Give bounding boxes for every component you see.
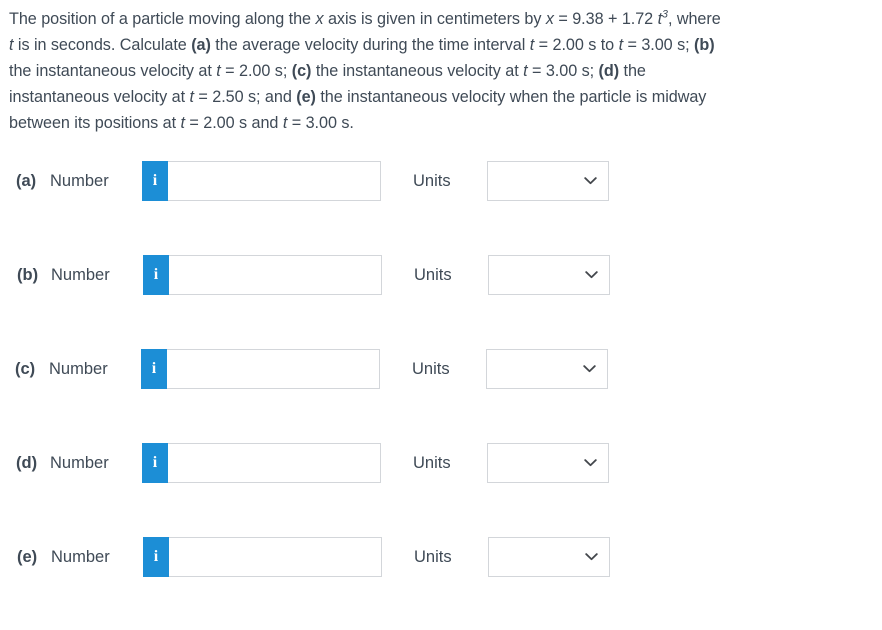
number-input-d[interactable] [168, 443, 381, 483]
part-label-d: (d) [16, 453, 38, 472]
units-label-e: Units [414, 547, 452, 566]
number-label-a: Number [50, 171, 109, 190]
statement-text: = 2.00 s; [220, 62, 292, 80]
statement-text: is in seconds. Calculate [13, 36, 192, 54]
statement-text: the instantaneous velocity at [311, 62, 524, 80]
part-reference: (e) [296, 88, 316, 106]
number-input-a[interactable] [168, 161, 381, 201]
answer-row-content: (e) Number i Units [1, 536, 610, 578]
units-label-c: Units [412, 359, 450, 378]
part-label-e: (e) [17, 547, 38, 566]
info-icon[interactable]: i [142, 443, 168, 483]
units-select-wrapper-d [487, 443, 609, 483]
page-root: The position of a particle moving along … [0, 0, 882, 613]
statement-text: between its positions at [9, 114, 181, 132]
math-variable: x [315, 10, 324, 28]
number-input-b[interactable] [169, 255, 382, 295]
units-select-c[interactable] [486, 349, 608, 389]
problem-statement: The position of a particle moving along … [9, 6, 877, 136]
answer-rows: (a) Number i Units (b) Number i Units (c) Number i… [0, 160, 882, 630]
units-select-e[interactable] [488, 537, 610, 577]
number-input-group-d: i [142, 443, 381, 483]
problem-line: The position of a particle moving along … [9, 6, 877, 32]
units-select-a[interactable] [487, 161, 609, 201]
number-label-e: Number [51, 547, 110, 566]
number-label-b: Number [51, 265, 110, 284]
answer-row-b: (b) Number i Units [0, 254, 882, 348]
part-reference: (b) [694, 36, 715, 54]
problem-line: instantaneous velocity at t = 2.50 s; an… [9, 84, 877, 110]
answer-row-d: (d) Number i Units [0, 442, 882, 536]
info-icon[interactable]: i [141, 349, 167, 389]
statement-text: The position of a particle moving along … [9, 10, 316, 28]
info-icon[interactable]: i [142, 161, 168, 201]
part-reference: (c) [291, 62, 312, 80]
units-select-d[interactable] [487, 443, 609, 483]
part-label-c: (c) [15, 359, 36, 378]
answer-row-content: (d) Number i Units [0, 442, 609, 484]
math-variable: x [545, 10, 554, 28]
answer-row-a: (a) Number i Units [0, 160, 882, 254]
units-label-b: Units [414, 265, 452, 284]
statement-text: = 3.00 s. [287, 114, 354, 132]
statement-text: the average velocity during the time int… [210, 36, 530, 54]
units-label-a: Units [413, 171, 451, 190]
problem-line: t is in seconds. Calculate (a) the avera… [9, 32, 877, 58]
units-select-wrapper-e [488, 537, 610, 577]
part-label-a: (a) [16, 171, 37, 190]
answer-row-c: (c) Number i Units [0, 348, 882, 442]
info-icon[interactable]: i [143, 537, 169, 577]
statement-text: = 3.00 s; [527, 62, 599, 80]
number-input-e[interactable] [169, 537, 382, 577]
statement-text: = 2.00 s and [184, 114, 283, 132]
number-input-group-a: i [142, 161, 381, 201]
problem-line: the instantaneous velocity at t = 2.00 s… [9, 58, 877, 84]
statement-text: = 2.50 s; and [193, 88, 297, 106]
statement-text: axis is given in centimeters by [323, 10, 546, 28]
part-reference: (d) [598, 62, 620, 80]
statement-text: , where [667, 10, 721, 28]
statement-text: the [619, 62, 646, 80]
answer-row-content: (b) Number i Units [1, 254, 610, 296]
statement-text: = 9.38 + 1.72 [553, 10, 658, 28]
number-input-group-c: i [141, 349, 380, 389]
part-label-b: (b) [17, 265, 39, 284]
units-select-wrapper-a [487, 161, 609, 201]
statement-text: the instantaneous velocity when the part… [315, 88, 707, 106]
units-select-wrapper-b [488, 255, 610, 295]
units-select-wrapper-c [486, 349, 608, 389]
problem-line: between its positions at t = 2.00 s and … [9, 110, 877, 136]
number-label-c: Number [49, 359, 108, 378]
number-input-group-e: i [143, 537, 382, 577]
statement-text: the instantaneous velocity at [9, 62, 217, 80]
answer-row-e: (e) Number i Units [0, 536, 882, 630]
number-input-c[interactable] [167, 349, 380, 389]
statement-text: = 3.00 s; [623, 36, 695, 54]
info-icon[interactable]: i [143, 255, 169, 295]
statement-text: instantaneous velocity at [9, 88, 190, 106]
number-input-group-b: i [143, 255, 382, 295]
answer-row-content: (a) Number i Units [0, 160, 609, 202]
units-select-b[interactable] [488, 255, 610, 295]
answer-row-content: (c) Number i Units [0, 348, 608, 390]
statement-text: = 2.00 s to [534, 36, 619, 54]
units-label-d: Units [413, 453, 451, 472]
part-reference: (a) [191, 36, 211, 54]
number-label-d: Number [50, 453, 109, 472]
